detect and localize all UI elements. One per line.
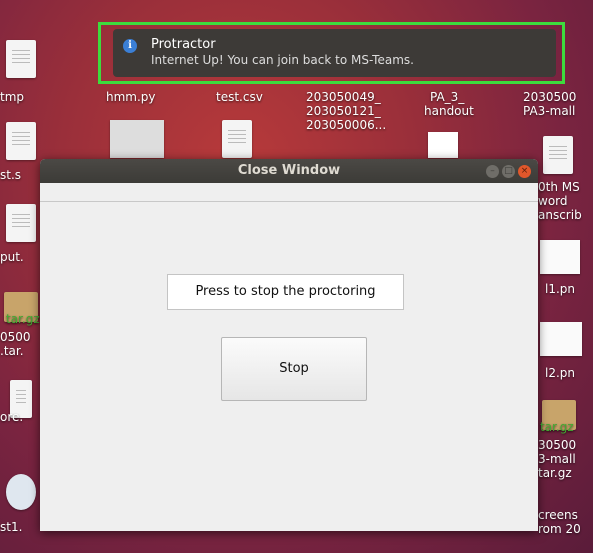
notification-bubble[interactable]: i Protractor Internet Up! You can join b… [113,29,556,77]
notification-message: Internet Up! You can join back to MS-Tea… [151,53,414,67]
desktop-item-label[interactable]: handout [424,104,474,118]
c-file-icon[interactable] [6,474,36,510]
desktop-item-label[interactable]: ore. [0,410,23,424]
file-icon[interactable] [222,120,252,158]
desktop-item-label[interactable]: creens [538,508,578,522]
desktop-item-label[interactable]: tar.gz [540,420,574,434]
file-icon[interactable] [6,122,36,160]
desktop-item-label[interactable]: 3-mall [538,452,576,466]
file-icon[interactable] [6,204,36,242]
desktop-item-label[interactable]: 0500 [0,330,31,344]
desktop-item-label[interactable]: 30500 [538,438,576,452]
maximize-button[interactable]: □ [502,165,515,178]
notification-title: Protractor [151,37,216,52]
desktop-item-label[interactable]: put. [0,250,24,264]
desktop-item-label[interactable]: 0th MS [538,180,580,194]
close-button[interactable]: × [518,165,531,178]
desktop-item-label[interactable]: anscrib [538,208,582,222]
desktop-item-label[interactable]: 203050121_ [306,104,381,118]
desktop-item-label[interactable]: tar.gz [6,312,40,326]
window-title: Close Window [237,163,341,178]
notification-highlight: i Protractor Internet Up! You can join b… [98,22,565,84]
image-thumbnail[interactable] [540,322,582,356]
pdf-icon[interactable] [428,132,458,158]
desktop-item-label[interactable]: .tar. [0,344,24,358]
menubar [40,183,538,202]
desktop-item-label[interactable]: 2030500 [523,90,576,104]
desktop-item-label[interactable]: st.s [0,168,21,182]
desktop-item-label[interactable]: PA_3_ [430,90,464,104]
file-icon[interactable] [543,136,573,174]
desktop-item-label[interactable]: PA3-mall [523,104,575,118]
info-icon: i [123,39,137,53]
desktop-item-label[interactable]: tar.gz [538,466,572,480]
minimize-button[interactable]: – [486,165,499,178]
desktop-item-label[interactable]: l1.pn [545,282,575,296]
close-window: Close Window – □ × Press to stop the pro… [40,159,538,531]
desktop-item-label[interactable]: tmp [0,90,24,104]
file-icon[interactable] [6,40,36,78]
desktop-item-label[interactable]: hmm.py [106,90,156,104]
desktop-item-label[interactable]: st1. [0,520,22,534]
desktop-item-label[interactable]: rom 20 [538,522,581,536]
image-thumbnail[interactable] [540,240,580,274]
instruction-label: Press to stop the proctoring [167,274,404,310]
desktop-item-label[interactable]: word [538,194,568,208]
desktop-item-label[interactable]: l2.pn [545,366,575,380]
image-thumbnail[interactable] [110,120,164,158]
desktop-item-label[interactable]: 203050006... [306,118,386,132]
desktop-item-label[interactable]: test.csv [216,90,263,104]
stop-button[interactable]: Stop [221,337,367,401]
desktop-item-label[interactable]: 203050049_ [306,90,381,104]
window-titlebar[interactable]: Close Window – □ × [40,159,538,183]
